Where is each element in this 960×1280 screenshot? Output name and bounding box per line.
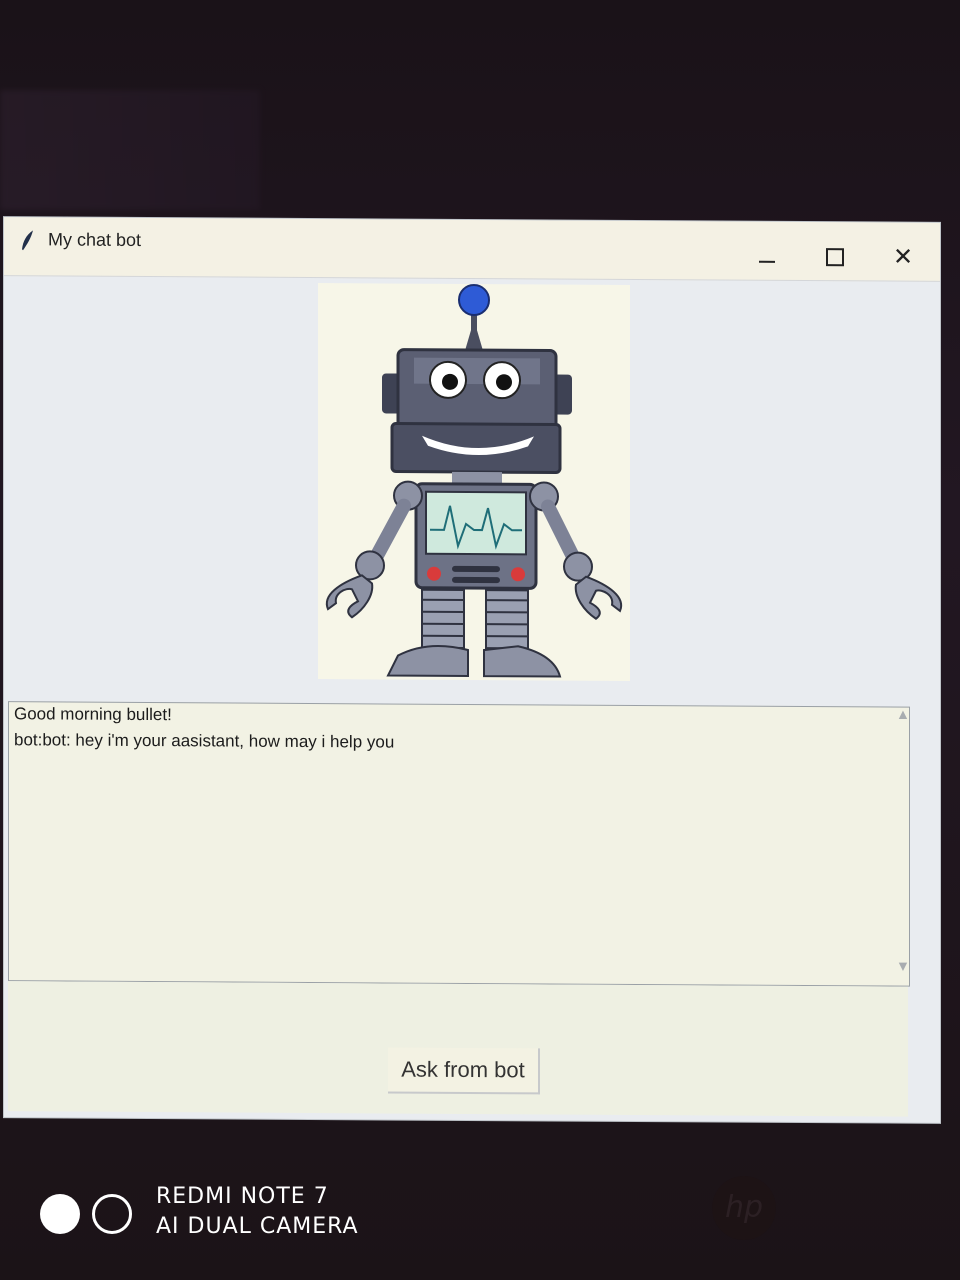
scroll-down-icon[interactable]: ▼ xyxy=(895,960,911,976)
chat-message: bot:bot: hey i'm your aasistant, how may… xyxy=(14,730,395,752)
robot-illustration xyxy=(325,284,623,678)
maximize-button[interactable] xyxy=(820,244,850,268)
window-title: My chat bot xyxy=(48,229,142,250)
camera-lens-dot-icon xyxy=(40,1194,80,1234)
chat-message: Good morning bullet! xyxy=(14,704,172,725)
camera-watermark-line2: AI DUAL CAMERA xyxy=(156,1214,359,1239)
title-bar[interactable]: My chat bot ✕ xyxy=(4,217,940,282)
camera-watermark-line1: REDMI NOTE 7 xyxy=(156,1184,329,1209)
minimize-button[interactable] xyxy=(752,244,782,268)
scroll-up-icon[interactable]: ▲ xyxy=(895,708,911,724)
robot-image xyxy=(318,283,630,681)
close-button[interactable]: ✕ xyxy=(888,242,918,271)
camera-lens-ring-icon xyxy=(92,1194,132,1234)
laptop-logo-icon: hp xyxy=(712,1176,776,1240)
chatbot-window: My chat bot ✕ Good morning bullet! bot:b… xyxy=(4,217,940,1123)
app-feather-icon xyxy=(22,230,33,251)
minimize-icon xyxy=(759,260,775,263)
ask-from-bot-button[interactable]: Ask from bot xyxy=(388,1047,540,1095)
maximize-icon xyxy=(826,248,844,267)
close-icon: ✕ xyxy=(892,242,914,271)
background-desktop xyxy=(0,90,260,210)
chat-log-textbox[interactable]: Good morning bullet! bot:bot: hey i'm yo… xyxy=(8,701,910,987)
